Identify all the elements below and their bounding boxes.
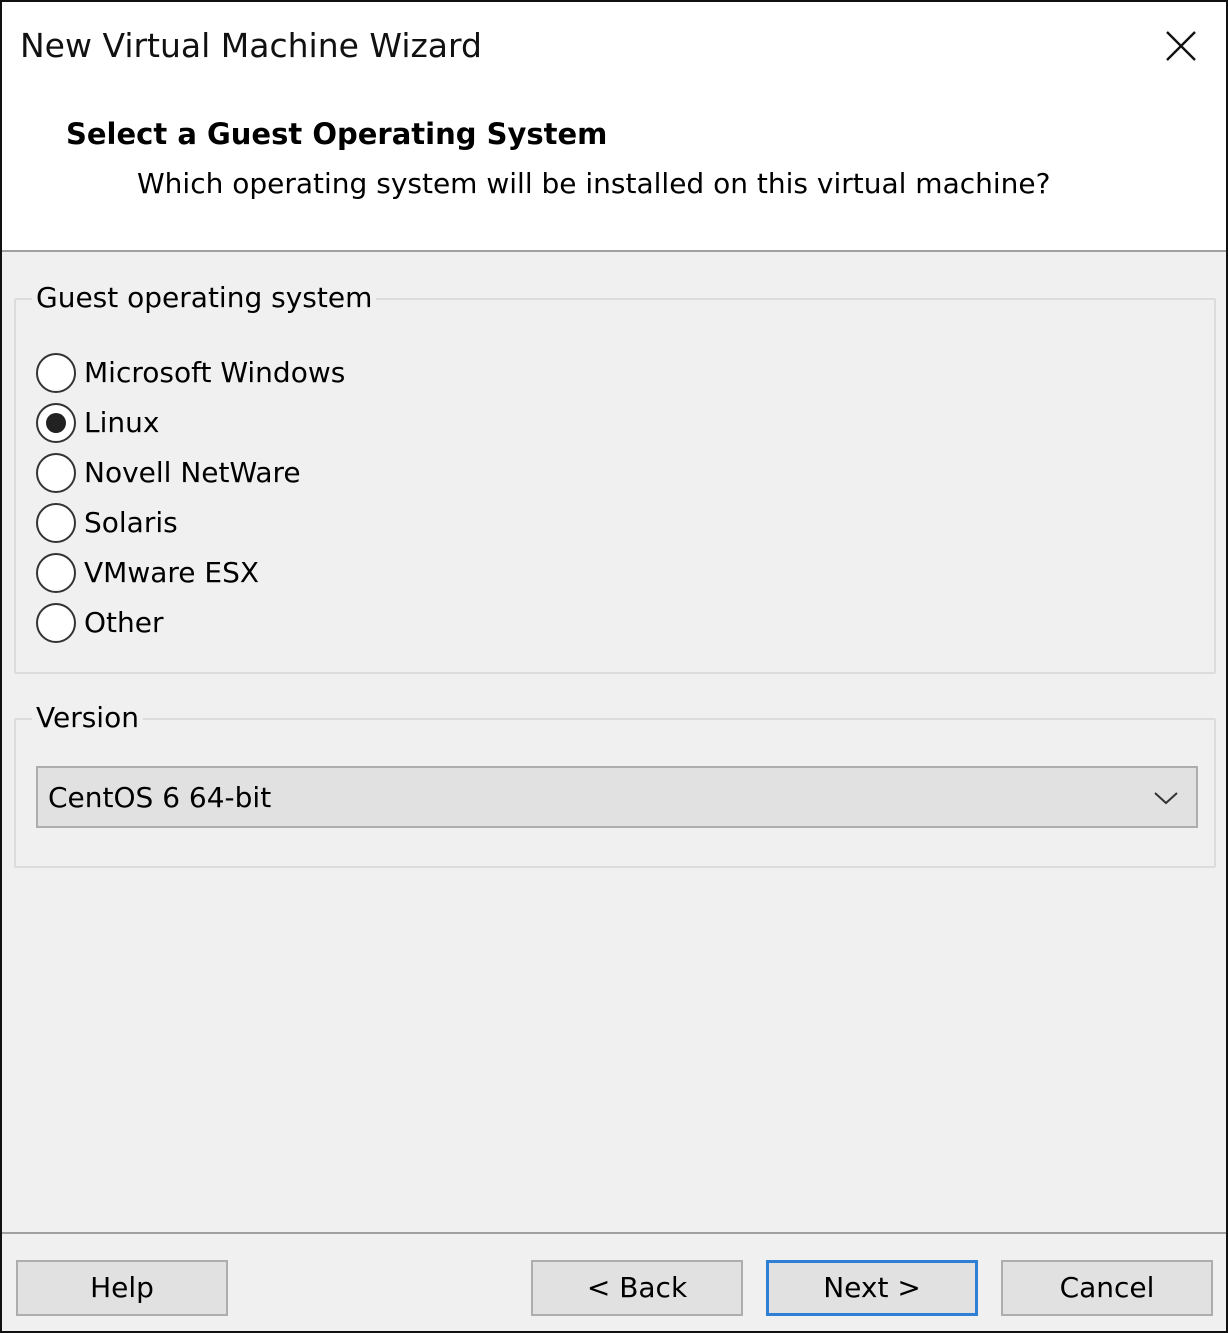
close-icon: [1166, 31, 1196, 61]
radio-label: Novell NetWare: [84, 456, 301, 489]
wizard-window: New Virtual Machine Wizard Select a Gues…: [0, 0, 1228, 1333]
radio-button[interactable]: [36, 553, 76, 593]
title-bar: New Virtual Machine Wizard: [2, 2, 1226, 92]
chevron-down-icon: [1146, 778, 1186, 818]
radio-label: Linux: [84, 406, 160, 439]
radio-option-other[interactable]: Other: [36, 601, 164, 645]
radio-label: VMware ESX: [84, 556, 260, 589]
version-selected-value: CentOS 6 64-bit: [48, 781, 272, 814]
radio-option-linux[interactable]: Linux: [36, 401, 159, 445]
cancel-button[interactable]: Cancel: [1001, 1260, 1213, 1316]
page-title: Select a Guest Operating System: [66, 117, 608, 151]
radio-option-solaris[interactable]: Solaris: [36, 501, 178, 545]
radio-label: Other: [84, 606, 164, 639]
radio-button[interactable]: [36, 403, 76, 443]
footer-divider: [2, 1232, 1226, 1234]
version-dropdown[interactable]: CentOS 6 64-bit: [36, 766, 1198, 828]
radio-option-vmware-esx[interactable]: VMware ESX: [36, 551, 259, 595]
guest-os-group-label: Guest operating system: [32, 278, 377, 318]
window-title: New Virtual Machine Wizard: [20, 26, 482, 65]
radio-label: Solaris: [84, 506, 178, 539]
next-button[interactable]: Next >: [766, 1260, 978, 1316]
wizard-header: Select a Guest Operating System Which op…: [2, 92, 1226, 252]
page-subtitle: Which operating system will be installed…: [137, 167, 1051, 200]
radio-button[interactable]: [36, 603, 76, 643]
radio-label: Microsoft Windows: [84, 356, 346, 389]
radio-option-novell-netware[interactable]: Novell NetWare: [36, 451, 301, 495]
radio-option-microsoft-windows[interactable]: Microsoft Windows: [36, 351, 345, 395]
radio-button[interactable]: [36, 503, 76, 543]
radio-button[interactable]: [36, 453, 76, 493]
version-group-label: Version: [32, 698, 143, 738]
help-button[interactable]: Help: [16, 1260, 228, 1316]
close-button[interactable]: [1136, 2, 1226, 90]
radio-button[interactable]: [36, 353, 76, 393]
back-button[interactable]: < Back: [531, 1260, 743, 1316]
